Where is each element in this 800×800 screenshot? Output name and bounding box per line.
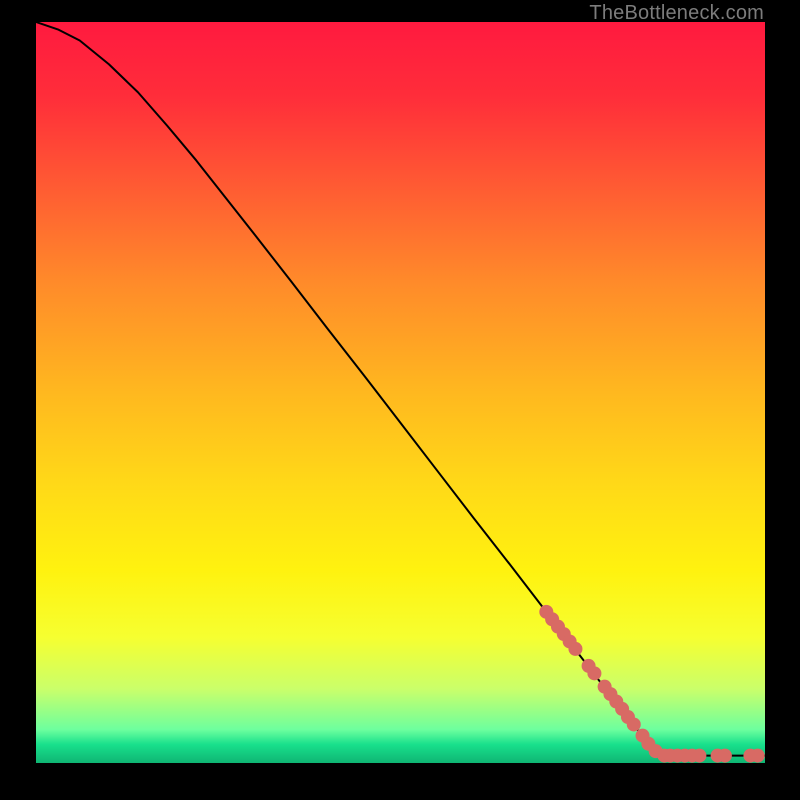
chart-frame bbox=[36, 22, 765, 763]
chart-svg bbox=[36, 22, 765, 763]
data-point bbox=[587, 666, 601, 680]
data-point bbox=[751, 749, 765, 763]
gradient-background bbox=[36, 22, 765, 763]
data-point bbox=[718, 749, 732, 763]
data-point bbox=[568, 642, 582, 656]
data-point bbox=[627, 717, 641, 731]
data-point bbox=[692, 749, 706, 763]
